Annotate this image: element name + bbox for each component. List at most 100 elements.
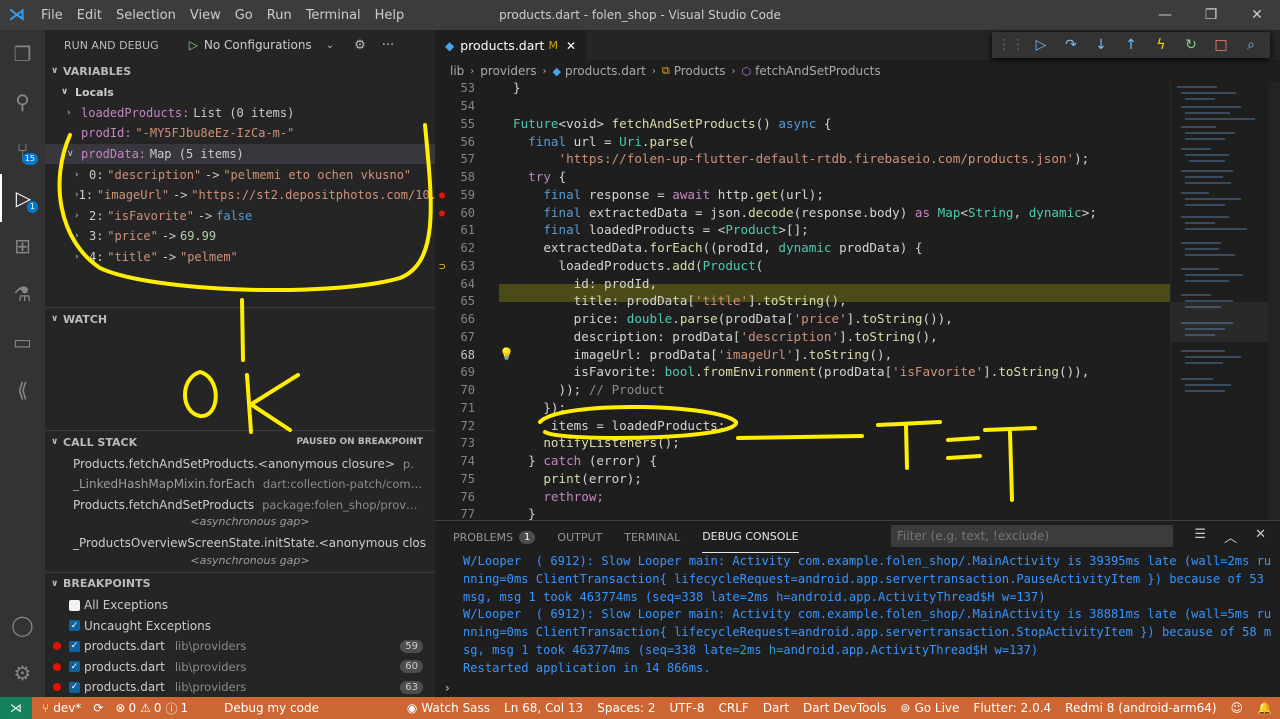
extensions-icon[interactable]: ⊞: [0, 222, 45, 270]
paused-breakpoint-arrow-icon[interactable]: ⊃: [439, 260, 446, 273]
lightbulb-icon[interactable]: 💡: [499, 347, 514, 361]
breakpoint-dot-icon[interactable]: ●: [439, 190, 445, 201]
devtools-search-icon[interactable]: ⌕: [1236, 37, 1266, 53]
locals-scope[interactable]: ∨ Locals: [45, 82, 435, 103]
breadcrumb-item[interactable]: providers: [480, 64, 536, 78]
more-actions-icon[interactable]: ···: [382, 38, 394, 53]
flutter-icon[interactable]: ⟪: [0, 366, 45, 414]
dart-devtools[interactable]: Dart DevTools: [803, 701, 886, 715]
stack-frame[interactable]: Products.fetchAndSetProducts package:fol…: [45, 495, 435, 516]
restart-icon[interactable]: ↻: [1176, 37, 1206, 53]
menu-help[interactable]: Help: [368, 8, 412, 23]
menu-go[interactable]: Go: [228, 8, 260, 23]
notifications-bell-icon[interactable]: 🔔: [1257, 701, 1272, 715]
run-debug-icon[interactable]: ▷ 1: [0, 174, 45, 222]
sync-icon[interactable]: ⟳: [93, 701, 103, 715]
map-entry-row[interactable]: › 4: "title" -> "pelmem": [45, 247, 435, 268]
restore-button[interactable]: ❐: [1188, 0, 1234, 30]
close-window-button[interactable]: ✕: [1234, 0, 1280, 30]
variables-section-header[interactable]: ∨ VARIABLES: [45, 60, 435, 82]
variable-row[interactable]: prodId: "-MY5FJbu8eEz-IzCa-m-": [45, 123, 435, 144]
breadcrumb-item[interactable]: Products: [674, 64, 726, 78]
stack-frame[interactable]: _LinkedHashMapMixin.forEach dart:collect…: [45, 474, 435, 495]
watch-sass[interactable]: Watch Sass: [421, 701, 490, 715]
menu-terminal[interactable]: Terminal: [299, 8, 368, 23]
console-filter-input[interactable]: [891, 525, 1173, 547]
minimize-button[interactable]: —: [1142, 0, 1188, 30]
line-endings[interactable]: CRLF: [719, 701, 749, 715]
menu-selection[interactable]: Selection: [109, 8, 183, 23]
breakpoint-uncaught-exceptions[interactable]: ✓ Uncaught Exceptions: [45, 615, 435, 636]
source-control-icon[interactable]: ⑂ 15: [0, 126, 45, 174]
language-mode[interactable]: Dart: [763, 701, 789, 715]
hot-reload-icon[interactable]: ϟ: [1146, 37, 1176, 53]
editor-scrollbar[interactable]: [1268, 82, 1280, 520]
tab-terminal[interactable]: TERMINAL: [624, 521, 680, 553]
checkbox[interactable]: ✓: [69, 640, 80, 652]
breakpoint-dot-icon[interactable]: ●: [439, 208, 445, 219]
minimap[interactable]: [1170, 82, 1269, 520]
continue-icon[interactable]: ▷: [1026, 37, 1056, 53]
close-tab-icon[interactable]: ✕: [566, 39, 576, 53]
step-over-icon[interactable]: ↷: [1056, 37, 1086, 53]
checkbox[interactable]: ✓: [69, 661, 80, 673]
testing-flask-icon[interactable]: ⚗: [0, 270, 45, 318]
account-icon[interactable]: ◯: [0, 601, 45, 649]
breadcrumb-item[interactable]: fetchAndSetProducts: [755, 64, 880, 78]
feedback-icon[interactable]: ☺: [1231, 701, 1244, 715]
error-count[interactable]: 0: [128, 701, 136, 715]
callstack-section-header[interactable]: ∨ CALL STACK PAUSED ON BREAKPOINT: [45, 431, 435, 453]
map-entry-row[interactable]: › 0: "description" -> "pelmemi eto ochen…: [45, 164, 435, 185]
drag-handle-icon[interactable]: ⋮⋮: [996, 37, 1026, 53]
breakpoint-file[interactable]: ✓ products.dart lib\providers 60: [45, 657, 435, 678]
chevron-down-icon[interactable]: ⌄: [326, 40, 334, 51]
checkbox[interactable]: ✓: [69, 620, 80, 632]
warning-count[interactable]: 0: [154, 701, 162, 715]
indentation[interactable]: Spaces: 2: [597, 701, 655, 715]
menu-view[interactable]: View: [183, 8, 228, 23]
explorer-icon[interactable]: ❐: [0, 30, 45, 78]
checkbox[interactable]: [69, 599, 80, 611]
step-into-icon[interactable]: ↓: [1086, 37, 1116, 53]
breadcrumb-item[interactable]: products.dart: [565, 64, 646, 78]
menu-run[interactable]: Run: [260, 8, 299, 23]
breakpoints-section-header[interactable]: ∨ BREAKPOINTS: [45, 573, 435, 595]
breadcrumb-item[interactable]: lib: [450, 64, 464, 78]
menu-edit[interactable]: Edit: [70, 8, 109, 23]
cursor-position[interactable]: Ln 68, Col 13: [504, 701, 583, 715]
search-icon[interactable]: ⚲: [0, 78, 45, 126]
folder-icon[interactable]: ▭: [0, 318, 45, 366]
tab-products-dart[interactable]: ◆ products.dart M ✕: [435, 30, 586, 60]
remote-icon[interactable]: ⋊: [0, 697, 32, 719]
stack-frame[interactable]: _ProductsOverviewScreenState.initState.<…: [45, 533, 435, 554]
stop-icon[interactable]: □: [1206, 37, 1236, 53]
tab-output[interactable]: OUTPUT: [557, 521, 602, 553]
manage-gear-icon[interactable]: ⚙: [0, 649, 45, 697]
start-debug-play-icon[interactable]: ▷: [189, 38, 198, 52]
clear-console-icon[interactable]: ☰: [1194, 527, 1206, 546]
device-selector[interactable]: Redmi 8 (android-arm64): [1065, 701, 1216, 715]
close-panel-icon[interactable]: ✕: [1255, 527, 1266, 546]
git-branch[interactable]: dev*: [53, 701, 81, 715]
console-prompt-icon[interactable]: ›: [445, 681, 450, 695]
maximize-panel-icon[interactable]: ︿: [1224, 527, 1237, 546]
map-entry-row[interactable]: › 2: "isFavorite" -> false: [45, 206, 435, 227]
flutter-version[interactable]: Flutter: 2.0.4: [973, 701, 1051, 715]
variable-row[interactable]: ∨ prodData: Map (5 items): [45, 143, 435, 165]
checkbox[interactable]: ✓: [69, 681, 80, 693]
stack-frame[interactable]: Products.fetchAndSetProducts.<anonymous …: [45, 453, 435, 474]
debug-console-output[interactable]: W/Looper ( 6912): Slow Looper main: Acti…: [435, 553, 1280, 678]
code-editor[interactable]: 53 54 55 56 57 58 59 60 61 62 63 64 65 6…: [435, 82, 1170, 520]
breakpoint-file[interactable]: ✓ products.dart lib\providers 63: [45, 677, 435, 698]
breakpoint-file[interactable]: ✓ products.dart lib\providers 59: [45, 636, 435, 657]
step-out-icon[interactable]: ↑: [1116, 37, 1146, 53]
map-entry-row[interactable]: › 1: "imageUrl" -> "https://st2.depositp…: [45, 185, 435, 206]
variable-row[interactable]: › loadedProducts: List (0 items): [45, 103, 435, 124]
tab-debug-console[interactable]: DEBUG CONSOLE: [702, 521, 799, 553]
tab-problems[interactable]: PROBLEMS 1: [453, 521, 536, 553]
menu-file[interactable]: File: [34, 8, 70, 23]
encoding[interactable]: UTF-8: [670, 701, 705, 715]
map-entry-row[interactable]: › 3: "price" -> 69.99: [45, 226, 435, 247]
info-count[interactable]: 1: [181, 701, 189, 715]
breakpoint-all-exceptions[interactable]: All Exceptions: [45, 595, 435, 616]
